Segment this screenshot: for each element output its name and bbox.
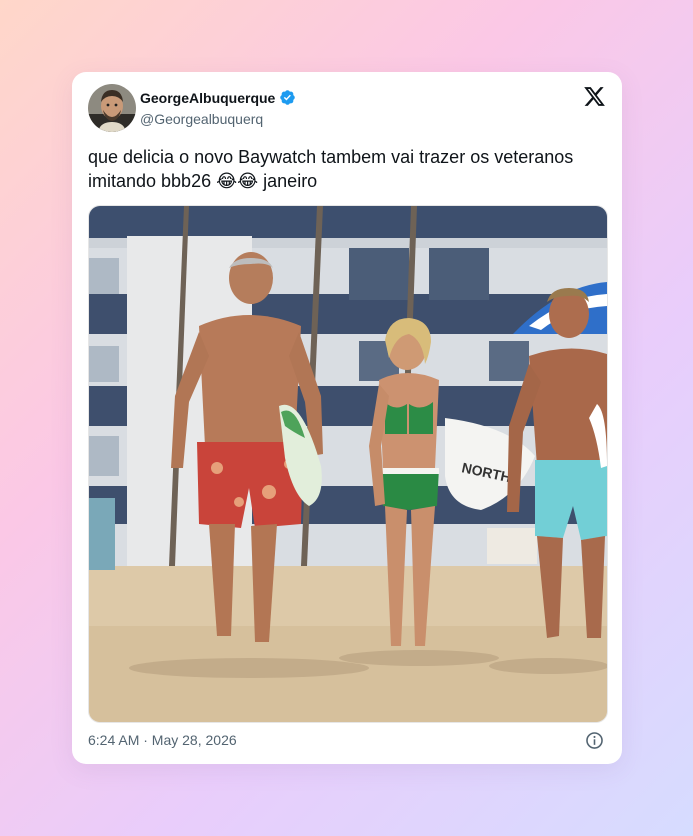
tweet-timestamp[interactable]: 6:24 AM · May 28, 2026 (88, 732, 237, 748)
display-name-text[interactable]: GeorgeAlbuquerque (140, 90, 275, 106)
tweet-card: GeorgeAlbuquerque @Georgealbuquerq que d… (72, 72, 622, 764)
tweet-text: que delicia o novo Baywatch tambem vai t… (88, 147, 574, 191)
verified-badge-icon (279, 89, 296, 106)
tweet-photo[interactable]: NORTH (88, 205, 608, 723)
avatar[interactable] (88, 84, 136, 132)
x-logo-icon[interactable] (583, 85, 606, 108)
display-name[interactable]: GeorgeAlbuquerque (140, 89, 296, 106)
handle[interactable]: @Georgealbuquerq (140, 111, 263, 127)
info-icon[interactable] (585, 731, 604, 750)
